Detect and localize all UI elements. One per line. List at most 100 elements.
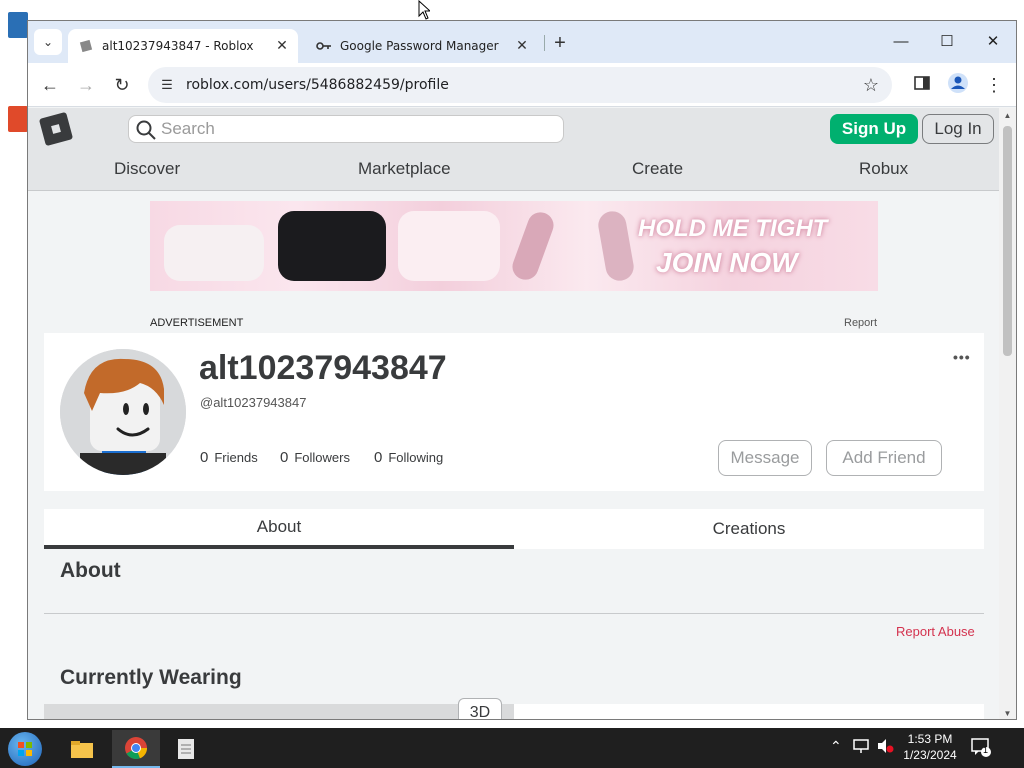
clock-date: 1/23/2024 bbox=[903, 748, 957, 762]
followers-label: Followers bbox=[294, 450, 350, 465]
close-icon: ✕ bbox=[986, 33, 1000, 50]
log-in-button[interactable]: Log In bbox=[922, 114, 994, 144]
chevron-up-icon[interactable]: ⌃ bbox=[830, 738, 842, 755]
maximize-icon: ☐ bbox=[940, 33, 954, 50]
friends-count: 0 bbox=[200, 449, 209, 466]
following-count: 0 bbox=[374, 449, 383, 466]
address-bar[interactable]: ☰ roblox.com/users/5486882459/profile ☆ bbox=[148, 67, 892, 103]
followers-count: 0 bbox=[280, 449, 289, 466]
menu-button[interactable]: ⋮ bbox=[980, 71, 1008, 99]
arrow-left-icon: ← bbox=[41, 74, 59, 95]
notification-count: 1 bbox=[983, 745, 989, 755]
taskbar-file-explorer[interactable] bbox=[58, 730, 106, 768]
start-button[interactable] bbox=[8, 732, 42, 766]
site-info-icon[interactable]: ☰ bbox=[158, 76, 176, 94]
ad-item-pink-top bbox=[398, 211, 500, 281]
tab-roblox[interactable]: alt10237943847 - Roblox ✕ bbox=[68, 29, 298, 63]
tab-title: alt10237943847 - Roblox bbox=[102, 39, 254, 53]
arrow-right-icon: → bbox=[77, 74, 95, 95]
add-friend-button[interactable]: Add Friend bbox=[826, 440, 942, 476]
page-scrollbar[interactable]: ▲ ▼ bbox=[999, 108, 1016, 719]
folder-icon bbox=[71, 741, 93, 758]
about-heading: About bbox=[60, 559, 121, 582]
browser-window: ⌄ alt10237943847 - Roblox ✕ Google Passw… bbox=[27, 20, 1017, 720]
followers-stat[interactable]: 0 Followers bbox=[280, 449, 350, 466]
close-tab-icon[interactable]: ✕ bbox=[272, 36, 292, 56]
notepad-icon bbox=[178, 739, 194, 759]
close-window-button[interactable]: ✕ bbox=[970, 27, 1016, 55]
advertisement-banner[interactable]: HOLD ME TIGHT JOIN NOW bbox=[150, 201, 878, 291]
reload-icon: ↻ bbox=[114, 74, 130, 95]
browser-toolbar: ← → ↻ ☰ roblox.com/users/5486882459/prof… bbox=[28, 63, 1016, 107]
taskbar-notepad[interactable] bbox=[162, 730, 210, 768]
toggle-3d-button[interactable]: 3D bbox=[458, 698, 502, 719]
kebab-menu-icon: ⋮ bbox=[985, 74, 1003, 95]
sign-up-button[interactable]: Sign Up bbox=[830, 114, 918, 144]
nav-robux[interactable]: Robux bbox=[859, 159, 908, 179]
volume-muted-icon[interactable] bbox=[876, 738, 894, 757]
avatar[interactable] bbox=[60, 349, 186, 475]
wearing-items-panel bbox=[514, 704, 984, 719]
ad-item-accessory bbox=[596, 209, 636, 283]
network-icon[interactable] bbox=[852, 738, 870, 757]
tab-password-manager[interactable]: Google Password Manager ✕ bbox=[306, 29, 538, 63]
friends-stat[interactable]: 0 Friends bbox=[200, 449, 258, 466]
ad-item-white-top bbox=[164, 225, 264, 281]
more-options-icon[interactable]: ••• bbox=[953, 349, 971, 365]
reload-button[interactable]: ↻ bbox=[108, 71, 136, 99]
maximize-button[interactable]: ☐ bbox=[924, 27, 970, 55]
profile-avatar-icon bbox=[947, 72, 969, 99]
scroll-down-icon[interactable]: ▼ bbox=[999, 706, 1016, 719]
minimize-button[interactable]: — bbox=[878, 27, 924, 55]
nav-marketplace[interactable]: Marketplace bbox=[358, 159, 451, 179]
close-tab-icon[interactable]: ✕ bbox=[512, 36, 532, 56]
notification-center-button[interactable]: 1 bbox=[970, 736, 994, 760]
currently-wearing-heading: Currently Wearing bbox=[60, 666, 242, 689]
minimize-icon: — bbox=[893, 32, 909, 50]
profile-button[interactable] bbox=[944, 71, 972, 99]
message-button[interactable]: Message bbox=[718, 440, 812, 476]
following-stat[interactable]: 0 Following bbox=[374, 449, 443, 466]
profile-header-card: alt10237943847 @alt10237943847 0 Friends … bbox=[44, 333, 984, 491]
ad-item-black-top bbox=[278, 211, 386, 281]
scrollbar-thumb[interactable] bbox=[1003, 126, 1012, 356]
ad-headline: HOLD ME TIGHT bbox=[638, 215, 828, 242]
side-panel-icon bbox=[914, 75, 930, 96]
mouse-cursor-icon bbox=[418, 0, 430, 20]
roblox-favicon-icon bbox=[78, 38, 94, 54]
roblox-logo[interactable] bbox=[38, 111, 74, 147]
forward-button[interactable]: → bbox=[72, 71, 100, 99]
tab-about[interactable]: About bbox=[44, 509, 514, 549]
windows-logo-icon bbox=[18, 742, 32, 756]
taskbar: ⌃ 1:53 PM 1/23/2024 1 bbox=[0, 728, 1024, 768]
advertisement-label: ADVERTISEMENT bbox=[150, 317, 244, 329]
ad-subheadline: JOIN NOW bbox=[656, 247, 798, 278]
side-panel-button[interactable] bbox=[908, 71, 936, 99]
clock-time: 1:53 PM bbox=[907, 732, 953, 746]
avatar-image bbox=[60, 349, 186, 475]
ad-report-link[interactable]: Report bbox=[844, 317, 877, 329]
roblox-header: Sign Up Log In Discover Marketplace Crea… bbox=[28, 108, 1000, 191]
nav-create[interactable]: Create bbox=[632, 159, 683, 179]
avatar-viewer bbox=[44, 704, 514, 719]
report-abuse-link[interactable]: Report Abuse bbox=[896, 624, 975, 639]
system-clock[interactable]: 1:53 PM 1/23/2024 bbox=[900, 731, 960, 763]
tab-creations[interactable]: Creations bbox=[514, 509, 984, 549]
tab-strip: ⌄ alt10237943847 - Roblox ✕ Google Passw… bbox=[28, 21, 1016, 63]
tab-title: Google Password Manager bbox=[340, 39, 499, 53]
new-tab-button[interactable]: + bbox=[548, 31, 572, 55]
tab-search-button[interactable]: ⌄ bbox=[34, 29, 62, 55]
bookmark-star-icon[interactable]: ☆ bbox=[860, 74, 882, 96]
page-content: Sign Up Log In Discover Marketplace Crea… bbox=[28, 108, 1000, 719]
friends-label: Friends bbox=[214, 450, 258, 465]
search-input[interactable] bbox=[161, 118, 551, 140]
key-icon bbox=[316, 38, 332, 54]
taskbar-chrome[interactable] bbox=[112, 730, 160, 768]
scroll-up-icon[interactable]: ▲ bbox=[999, 108, 1016, 122]
ad-item-accessory bbox=[508, 208, 558, 284]
plus-icon: + bbox=[554, 31, 566, 54]
search-icon bbox=[136, 120, 156, 140]
back-button[interactable]: ← bbox=[36, 71, 64, 99]
nav-discover[interactable]: Discover bbox=[114, 159, 180, 179]
notification-icon bbox=[971, 738, 991, 757]
